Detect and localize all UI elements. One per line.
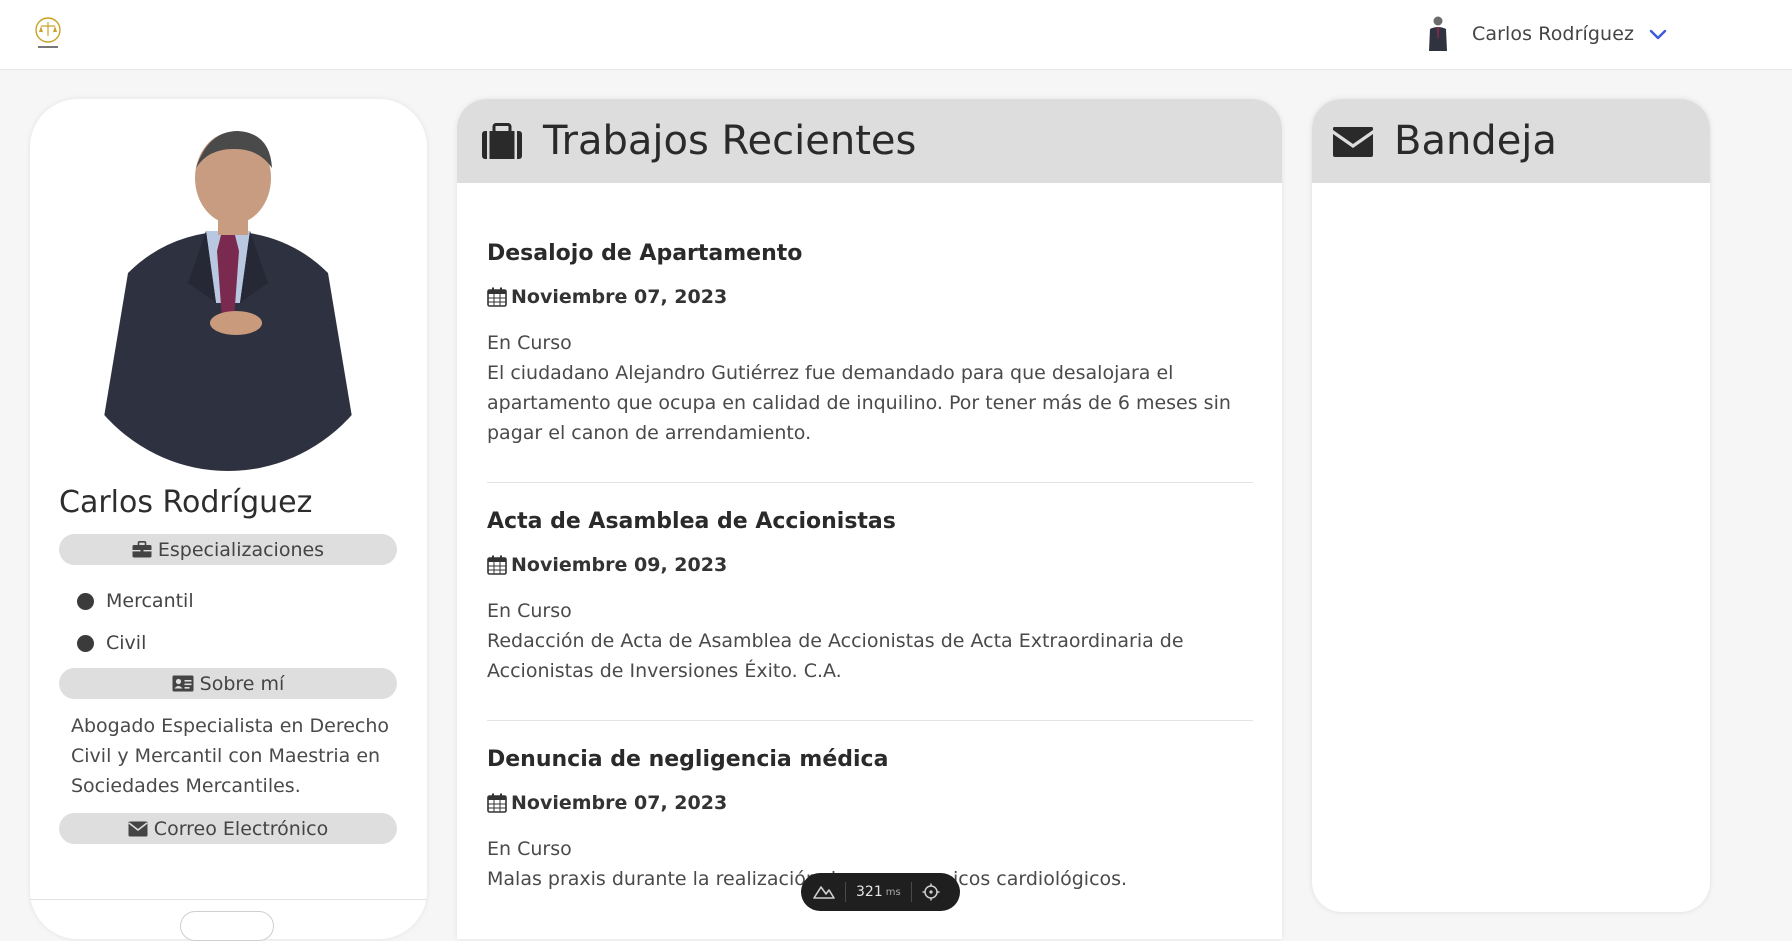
job-item[interactable]: Acta de Asamblea de Accionistas Noviembr…: [487, 509, 1253, 686]
user-avatar: [1429, 16, 1447, 51]
user-menu[interactable]: Carlos Rodríguez: [1426, 14, 1668, 54]
job-description-end: icos cardiológicos.: [953, 868, 1128, 890]
recent-jobs-title: Trabajos Recientes: [543, 118, 917, 164]
law-firm-logo[interactable]: [33, 16, 63, 52]
job-status: En Curso: [487, 600, 572, 622]
about-header: Sobre mí: [59, 668, 397, 699]
list-item: Mercantil: [77, 580, 194, 622]
mountain-icon: [813, 886, 835, 899]
inbox-card: Bandeja: [1312, 99, 1710, 912]
job-title: Desalojo de Apartamento: [487, 241, 803, 266]
calendar-icon: [487, 555, 507, 575]
calendar-icon: [487, 793, 507, 813]
profile-photo: [58, 123, 398, 471]
list-item: Civil: [77, 622, 194, 664]
recent-jobs-header: Trabajos Recientes: [457, 99, 1282, 183]
inbox-header: Bandeja: [1312, 99, 1710, 183]
divider: [910, 882, 912, 902]
timing-value: 321: [856, 884, 883, 900]
job-description: El ciudadano Alejandro Gutiérrez fue dem…: [487, 362, 1231, 444]
specializations-list: Mercantil Civil: [77, 580, 194, 664]
job-item[interactable]: Denuncia de negligencia médica Noviembre…: [487, 747, 1253, 894]
briefcase-icon: [132, 541, 152, 558]
inbox-title: Bandeja: [1394, 118, 1557, 164]
job-date-row: Noviembre 09, 2023: [487, 554, 1253, 576]
divider: [487, 720, 1253, 721]
crosshair-icon[interactable]: [922, 883, 940, 901]
envelope-icon: [128, 821, 148, 836]
specialization-label: Civil: [106, 632, 147, 654]
specializations-header: Especializaciones: [59, 534, 397, 565]
job-description-start: Malas praxis durante la realización d: [487, 868, 837, 890]
divider: [845, 882, 846, 902]
profile-name: Carlos Rodríguez: [59, 485, 313, 520]
job-date-row: Noviembre 07, 2023: [487, 792, 1253, 814]
job-item[interactable]: Desalojo de Apartamento Noviembre 07, 20…: [487, 241, 1253, 448]
about-label: Sobre mí: [199, 672, 285, 695]
job-title: Acta de Asamblea de Accionistas: [487, 509, 896, 534]
chevron-down-icon[interactable]: [1648, 27, 1668, 41]
job-title: Denuncia de negligencia médica: [487, 747, 889, 772]
about-text: Abogado Especialista en Derecho Civil y …: [71, 715, 390, 797]
bullet-icon: [77, 592, 94, 610]
divider: [487, 482, 1253, 483]
briefcase-icon: [482, 122, 522, 159]
specialization-label: Mercantil: [106, 590, 194, 612]
job-date-row: Noviembre 07, 2023: [487, 286, 1253, 308]
divider: [30, 899, 427, 900]
profile-card: Carlos Rodríguez Especializaciones Merca…: [30, 99, 427, 941]
email-label: Correo Electrónico: [153, 817, 329, 840]
bullet-icon: [77, 634, 94, 652]
job-description: Redacción de Acta de Asamblea de Accioni…: [487, 630, 1184, 682]
user-name: Carlos Rodríguez: [1472, 23, 1635, 45]
email-header[interactable]: Correo Electrónico: [59, 813, 397, 844]
specializations-label: Especializaciones: [157, 538, 325, 561]
job-date: Noviembre 07, 2023: [511, 792, 728, 814]
job-status: En Curso: [487, 332, 572, 354]
top-navbar: Carlos Rodríguez: [0, 0, 1792, 70]
job-status: En Curso: [487, 838, 572, 860]
job-date: Noviembre 07, 2023: [511, 286, 728, 308]
job-date: Noviembre 09, 2023: [511, 554, 728, 576]
render-timing-badge[interactable]: 321 ms: [801, 873, 960, 911]
recent-jobs-card: Trabajos Recientes Desalojo de Apartamen…: [457, 99, 1282, 939]
id-card-icon: [172, 675, 194, 692]
profile-action-button[interactable]: [180, 911, 274, 941]
envelope-icon: [1333, 126, 1373, 157]
timing-unit: ms: [885, 886, 901, 898]
calendar-icon: [487, 287, 507, 307]
